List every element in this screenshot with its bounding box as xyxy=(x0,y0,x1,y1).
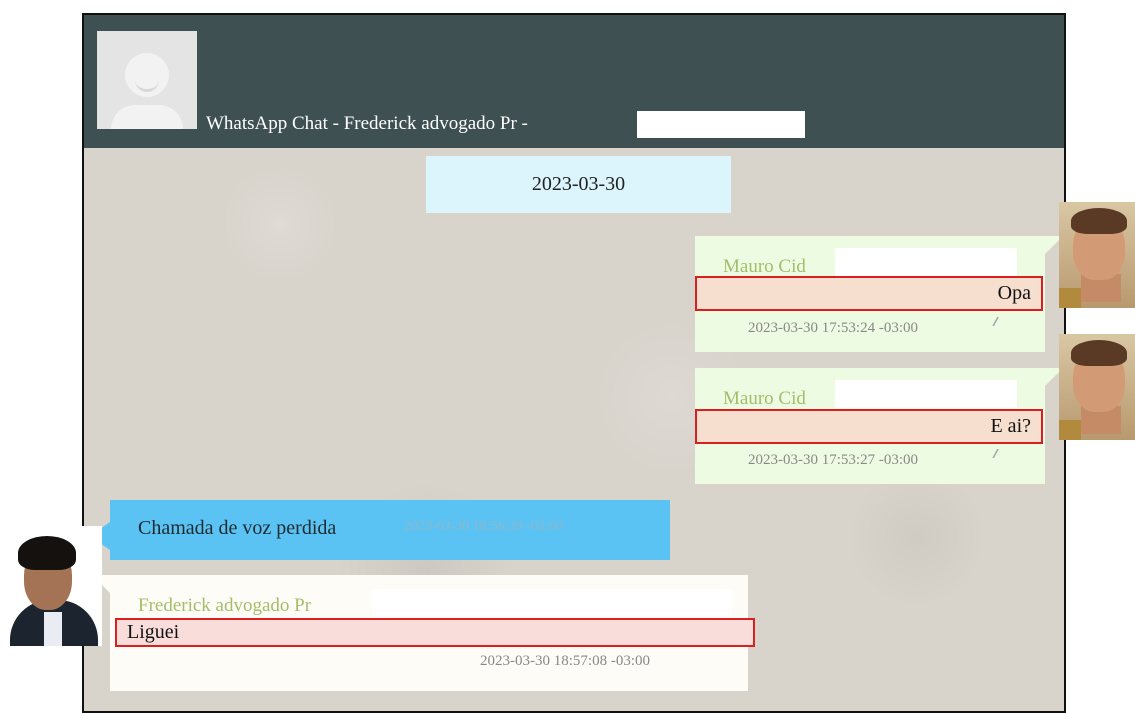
photo-hair-shape xyxy=(1071,208,1127,234)
double-check-icon: // xyxy=(993,315,997,330)
sender-photo-avatar xyxy=(1059,334,1135,440)
missed-call-bubble: Chamada de voz perdida 2023-03-30 18:56:… xyxy=(90,500,670,560)
message-bubble-incoming: Frederick advogado Pr Liguei 2023-03-30 … xyxy=(92,575,755,691)
date-separator: 2023-03-30 xyxy=(426,156,731,213)
redaction-box xyxy=(372,589,732,615)
photo-shirt-shape xyxy=(1059,288,1081,308)
message-text: Opa xyxy=(997,282,1031,304)
default-user-avatar-icon xyxy=(97,31,197,129)
date-separator-label: 2023-03-30 xyxy=(531,173,626,195)
message-text: Liguei xyxy=(127,621,180,643)
avatar-shoulders-shape xyxy=(111,105,183,129)
chat-title: WhatsApp Chat - Frederick advogado Pr - xyxy=(206,113,528,134)
message-text-highlight: E ai? xyxy=(695,409,1043,444)
message-sender: Mauro Cid xyxy=(723,256,806,277)
message-timestamp: 2023-03-30 17:53:27 -03:00 xyxy=(748,452,918,468)
message-timestamp: 2023-03-30 17:53:24 -03:00 xyxy=(748,320,918,336)
sender-photo-avatar xyxy=(6,526,102,646)
photo-hair-shape xyxy=(1071,340,1127,366)
photo-shirt-shape xyxy=(44,612,62,646)
message-text: E ai? xyxy=(990,415,1031,437)
redaction-box xyxy=(835,248,1017,276)
double-check-icon: // xyxy=(993,447,997,462)
chat-header: WhatsApp Chat - Frederick advogado Pr - xyxy=(84,15,1064,148)
message-text-highlight: Opa xyxy=(695,276,1043,311)
photo-hair-shape xyxy=(18,536,76,570)
sender-photo-avatar xyxy=(1059,202,1135,308)
photo-shirt-shape xyxy=(1059,420,1081,440)
message-text-highlight: Liguei xyxy=(115,618,755,647)
message-sender: Mauro Cid xyxy=(723,388,806,409)
redaction-box xyxy=(637,111,805,138)
message-timestamp: 2023-03-30 18:56:39 -03:00 xyxy=(404,519,563,534)
chat-window: WhatsApp Chat - Frederick advogado Pr - … xyxy=(82,13,1066,713)
redaction-box xyxy=(835,380,1017,408)
message-timestamp: 2023-03-30 18:57:08 -03:00 xyxy=(480,653,650,669)
message-bubble-outgoing: Mauro Cid E ai? 2023-03-30 17:53:27 -03:… xyxy=(695,368,1063,484)
missed-call-label: Chamada de voz perdida xyxy=(138,517,337,539)
message-bubble-outgoing: Mauro Cid Opa 2023-03-30 17:53:24 -03:00… xyxy=(695,236,1063,352)
message-sender: Frederick advogado Pr xyxy=(138,595,312,616)
